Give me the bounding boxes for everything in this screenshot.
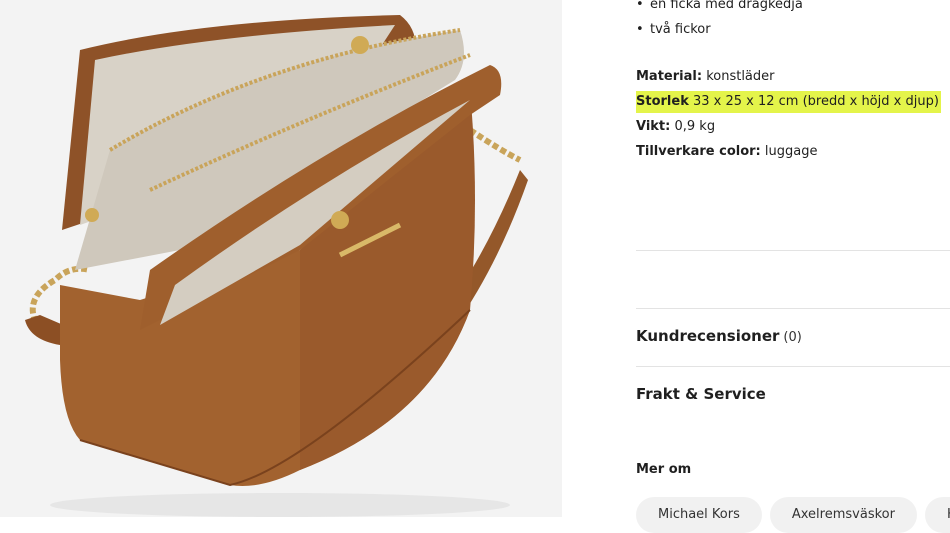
spec-value: luggage	[764, 144, 818, 159]
product-image[interactable]	[0, 0, 562, 517]
reviews-label: Kundrecensioner	[636, 327, 780, 345]
spec-value: konstläder	[706, 69, 775, 84]
chip-more[interactable]: Ha	[924, 497, 950, 533]
spec-label: Vikt:	[636, 119, 671, 134]
feature-text: två fickor	[650, 22, 711, 37]
spec-material: Material: konstläder	[636, 64, 941, 89]
feature-text: en ficka med dragkedja	[650, 0, 803, 12]
reviews-count: (0)	[783, 330, 802, 345]
spec-weight: Vikt: 0,9 kg	[636, 114, 941, 139]
list-item: • två fickor	[636, 22, 711, 37]
spec-value: 33 x 25 x 12 cm (bredd x höjd x djup)	[692, 94, 939, 109]
reviews-accordion[interactable]: Kundrecensioner (0)	[636, 327, 950, 345]
spec-value: 0,9 kg	[674, 119, 716, 134]
feature-list: • en ficka med dragkedja • två fickor	[636, 0, 803, 42]
spec-list: Material: konstläder Storlek 33 x 25 x 1…	[636, 64, 941, 164]
divider	[636, 250, 950, 251]
divider	[636, 308, 950, 309]
chip-michael-kors[interactable]: Michael Kors	[636, 497, 762, 533]
spec-color: Tillverkare color: luggage	[636, 139, 941, 164]
more-about-title: Mer om	[636, 462, 692, 477]
shipping-label: Frakt & Service	[636, 385, 766, 403]
spec-size: Storlek 33 x 25 x 12 cm (bredd x höjd x …	[636, 91, 941, 113]
divider	[636, 366, 950, 367]
product-details: • en ficka med dragkedja • två fickor Mate…	[612, 0, 950, 533]
spec-label: Material:	[636, 69, 703, 84]
tag-chips: Michael KorsAxelremsväskorHa	[636, 497, 950, 533]
shipping-accordion[interactable]: Frakt & Service	[636, 385, 950, 403]
spec-label: Storlek	[636, 94, 689, 109]
handbag-photo	[25, 15, 528, 517]
chip-shoulder-bags[interactable]: Axelremsväskor	[769, 497, 917, 533]
list-item: • en ficka med dragkedja	[636, 0, 803, 17]
spec-label: Tillverkare color:	[636, 144, 761, 159]
